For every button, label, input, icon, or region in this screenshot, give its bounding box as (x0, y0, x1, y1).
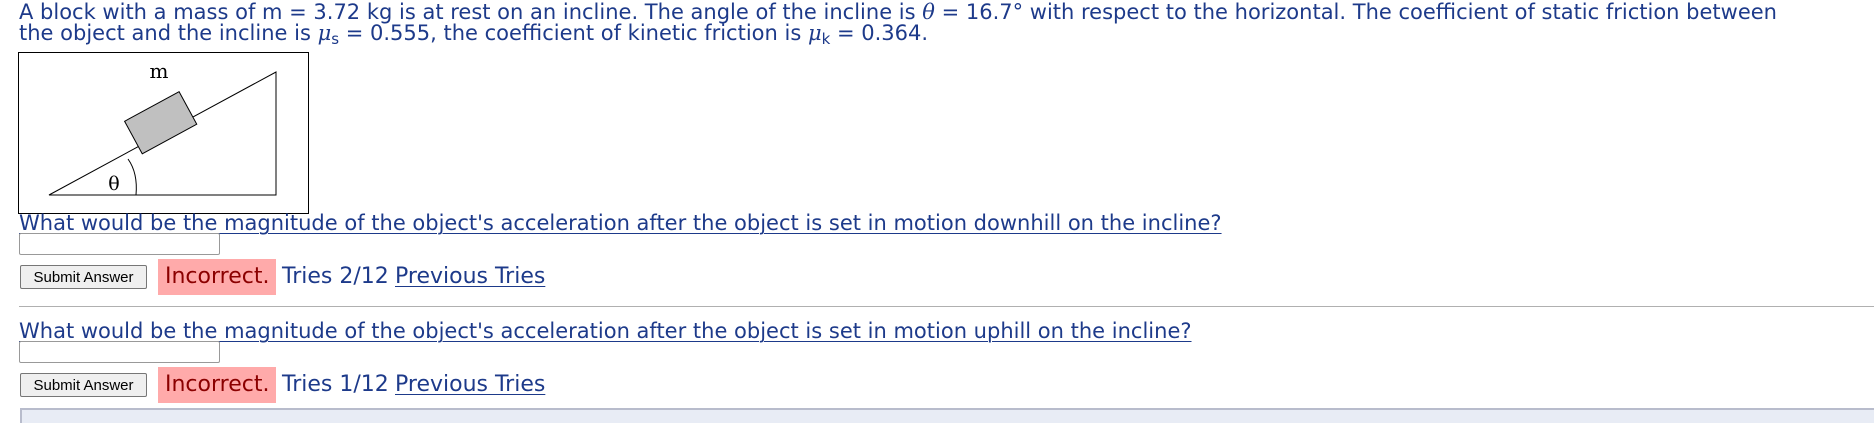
previous-tries-link-1[interactable]: Previous Tries (395, 265, 545, 289)
question-2-text: What would be the magnitude of the objec… (19, 319, 1192, 343)
status-badge-1: Incorrect. (158, 259, 277, 295)
tries-count-1: Tries 2/12 (282, 264, 389, 289)
incline-diagram: m θ (18, 52, 309, 214)
problem-text-part: = 16.7° with respect to the horizontal. … (934, 0, 1777, 24)
mu-symbol: μ (317, 21, 332, 45)
block (123, 91, 198, 155)
answer-input-2[interactable] (19, 341, 220, 363)
mass-label: m (150, 59, 169, 83)
problem-line-2: the object and the incline is μs = 0.555… (19, 23, 1869, 50)
problem-statement: A block with a mass of m = 3.72 kg is at… (19, 2, 1869, 50)
divider (19, 306, 1874, 307)
mu-symbol: μ (807, 21, 822, 45)
previous-tries-link-2[interactable]: Previous Tries (395, 373, 545, 397)
submit-answer-button-1[interactable]: Submit Answer (20, 265, 147, 289)
question-1-text: What would be the magnitude of the objec… (19, 211, 1222, 235)
tries-count-2: Tries 1/12 (282, 372, 389, 397)
angle-arc (127, 158, 137, 196)
problem-text-part: = 0.555, the coefficient of kinetic fric… (339, 21, 808, 45)
problem-text-part: = 0.364. (830, 21, 929, 45)
incline-svg: m θ (48, 59, 277, 196)
problem-text-part: the object and the incline is (19, 21, 318, 45)
status-badge-2: Incorrect. (158, 367, 277, 403)
mu-subscript-k: k (821, 30, 831, 48)
submit-answer-button-2[interactable]: Submit Answer (20, 373, 147, 397)
mu-subscript-s: s (331, 30, 340, 48)
answer-input-1[interactable] (19, 233, 220, 255)
angle-label: θ (108, 173, 119, 195)
problem-line-1: A block with a mass of m = 3.72 kg is at… (19, 2, 1869, 23)
